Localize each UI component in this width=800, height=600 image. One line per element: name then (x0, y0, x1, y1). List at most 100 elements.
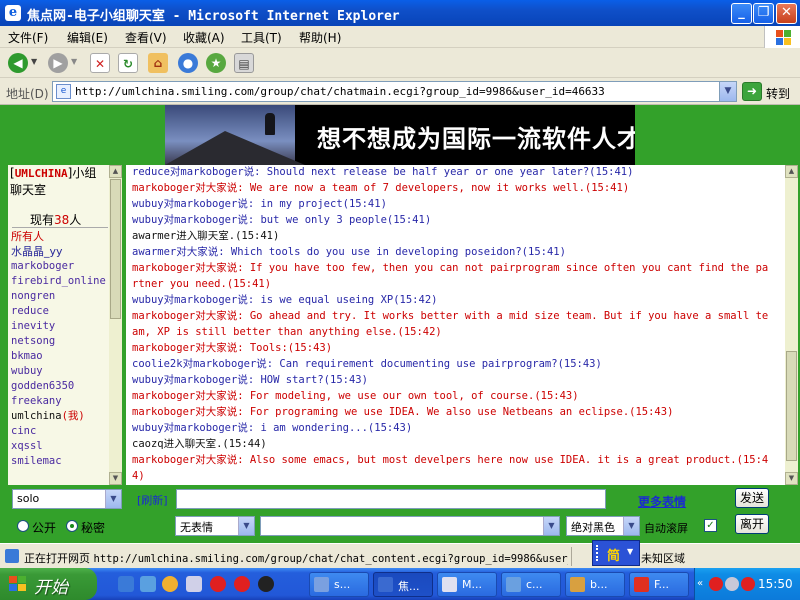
private-radio[interactable] (66, 520, 78, 532)
user-list-item[interactable]: umlchina(我) (11, 409, 111, 424)
address-url[interactable]: http://umlchina.smiling.com/group/chat/c… (75, 85, 605, 98)
message-input[interactable] (176, 489, 606, 509)
autoscroll-label: 自动滚屏 (644, 522, 688, 535)
ad-banner[interactable]: 想不想成为国际一流软件人才? (165, 105, 635, 165)
menu-tools[interactable]: 工具(T) (241, 29, 282, 46)
user-list-item[interactable]: netsong (11, 334, 111, 349)
forward-icon[interactable]: ▶ (48, 53, 68, 73)
address-dropdown-icon[interactable]: ▼ (719, 82, 736, 101)
emote-select[interactable]: 无表情 ▼ (175, 516, 255, 536)
scroll-up-icon[interactable]: ▲ (109, 165, 122, 178)
home-icon[interactable]: ⌂ (148, 53, 168, 73)
user-list-item[interactable]: smilemac (11, 454, 111, 469)
chat-message: wubuy对markoboger说: but we only 3 people(… (132, 214, 432, 226)
taskbar-button[interactable]: b... (565, 572, 625, 597)
go-button[interactable]: 转到 (766, 85, 790, 102)
tray-browser-icon[interactable] (741, 577, 755, 591)
menu-help[interactable]: 帮助(H) (299, 29, 341, 46)
quicklaunch-desktop-icon[interactable] (140, 576, 156, 592)
favorites-icon[interactable]: ★ (206, 53, 226, 73)
more-emotes-link[interactable]: 更多表情 (638, 493, 686, 510)
user-list-item[interactable]: godden6350 (11, 379, 111, 394)
user-list-item[interactable]: markoboger (11, 259, 111, 274)
task-app-icon (378, 577, 393, 592)
user-list-item[interactable]: wubuy (11, 364, 111, 379)
taskbar-button[interactable]: c... (501, 572, 561, 597)
task-label: b... (590, 578, 608, 591)
user-list-item[interactable]: reduce (11, 304, 111, 319)
quicklaunch-browser-icon[interactable] (234, 576, 250, 592)
quicklaunch-media-icon[interactable] (162, 576, 178, 592)
scroll-down-icon[interactable]: ▼ (785, 472, 798, 485)
tray-expand-icon[interactable]: « (697, 578, 703, 589)
taskbar-button[interactable]: s... (309, 572, 369, 597)
banner-slogan: 想不想成为国际一流软件人才? (317, 125, 635, 153)
chevron-down-icon[interactable]: ▼ (627, 547, 633, 556)
menu-favorites[interactable]: 收藏(A) (183, 29, 225, 46)
quicklaunch-ie-icon[interactable] (118, 576, 134, 592)
user-name: 水晶晶_yy (11, 245, 63, 258)
user-list-item[interactable]: 所有人 (11, 229, 111, 244)
page-icon: e (56, 84, 71, 99)
send-button[interactable]: 发送 (735, 488, 769, 508)
taskbar-button[interactable]: 焦... (373, 572, 433, 597)
print-icon[interactable]: ▤ (234, 53, 254, 73)
windows-logo-icon (764, 26, 800, 48)
quicklaunch-qq-icon[interactable] (258, 576, 274, 592)
target-user-select[interactable]: solo ▼ (12, 489, 122, 509)
autoscroll-checkbox[interactable]: ✓ (704, 519, 717, 532)
tray-network-icon[interactable] (725, 577, 739, 591)
menu-file[interactable]: 文件(F) (8, 29, 48, 46)
user-list-item[interactable]: cinc (11, 424, 111, 439)
forward-dropdown-icon[interactable]: ▼ (71, 57, 77, 66)
user-list-item[interactable]: firebird_online (11, 274, 111, 289)
maximize-button[interactable]: ❐ (753, 3, 774, 24)
public-radio[interactable] (17, 520, 29, 532)
user-list-item[interactable]: xqssl (11, 439, 111, 454)
public-label: 公开 (32, 521, 57, 535)
back-dropdown-icon[interactable]: ▼ (31, 57, 37, 66)
quicklaunch-opera-icon[interactable] (210, 576, 226, 592)
color-select[interactable]: 绝对黑色 ▼ (566, 516, 640, 536)
chat-scrollbar[interactable]: ▲ ▼ (785, 165, 798, 485)
user-list-item[interactable]: 水晶晶_yy (11, 244, 111, 259)
go-arrow-icon[interactable]: ➜ (742, 82, 762, 101)
menu-edit[interactable]: 编辑(E) (67, 29, 108, 46)
quicklaunch-outlook-icon[interactable] (186, 576, 202, 592)
user-list-scrollbar[interactable]: ▲ ▼ (109, 165, 122, 485)
ime-indicator[interactable]: 简 ▼ (592, 540, 640, 566)
user-list-item[interactable]: nongren (11, 289, 111, 304)
user-name: nongren (11, 290, 56, 302)
back-icon[interactable]: ◀ (8, 53, 28, 73)
leave-button[interactable]: 离开 (735, 514, 769, 534)
user-list-item[interactable]: bkmao (11, 349, 111, 364)
status-message: 正在打开网页 (24, 552, 94, 565)
tray-opera-icon[interactable] (709, 577, 723, 591)
scroll-down-icon[interactable]: ▼ (109, 472, 122, 485)
taskbar-button[interactable]: M... (437, 572, 497, 597)
taskbar-button[interactable]: F... (629, 572, 689, 597)
user-list-item[interactable]: freekany (11, 394, 111, 409)
menu-view[interactable]: 查看(V) (125, 29, 167, 46)
search-icon[interactable]: ● (178, 53, 198, 73)
scroll-thumb[interactable] (110, 179, 121, 319)
minimize-button[interactable]: _ (731, 3, 752, 24)
ie-app-icon[interactable]: e (5, 5, 21, 21)
stop-icon[interactable]: ✕ (90, 53, 110, 73)
address-input[interactable]: e http://umlchina.smiling.com/group/chat… (52, 81, 737, 102)
close-button[interactable]: ✕ (776, 3, 797, 24)
scroll-thumb[interactable] (786, 351, 797, 461)
taskbar: 开始 s... 焦... M... c... b... F... « 15:50 (0, 568, 800, 600)
action-select[interactable]: ▼ (260, 516, 560, 536)
chevron-down-icon[interactable]: ▼ (238, 517, 254, 535)
chevron-down-icon[interactable]: ▼ (543, 517, 559, 535)
scroll-up-icon[interactable]: ▲ (785, 165, 798, 178)
chevron-down-icon[interactable]: ▼ (623, 517, 639, 535)
chevron-down-icon[interactable]: ▼ (105, 490, 121, 508)
start-button[interactable]: 开始 (0, 568, 97, 600)
chat-message: markoboger对大家说: Tools:(15:43) (132, 342, 333, 354)
user-list-item[interactable]: inevity (11, 319, 111, 334)
refresh-icon[interactable]: ↻ (118, 53, 138, 73)
refresh-link[interactable]: [刷新] (137, 492, 168, 508)
user-list: 所有人 水晶晶_yy markoboger firebird_online nongre… (11, 229, 111, 469)
